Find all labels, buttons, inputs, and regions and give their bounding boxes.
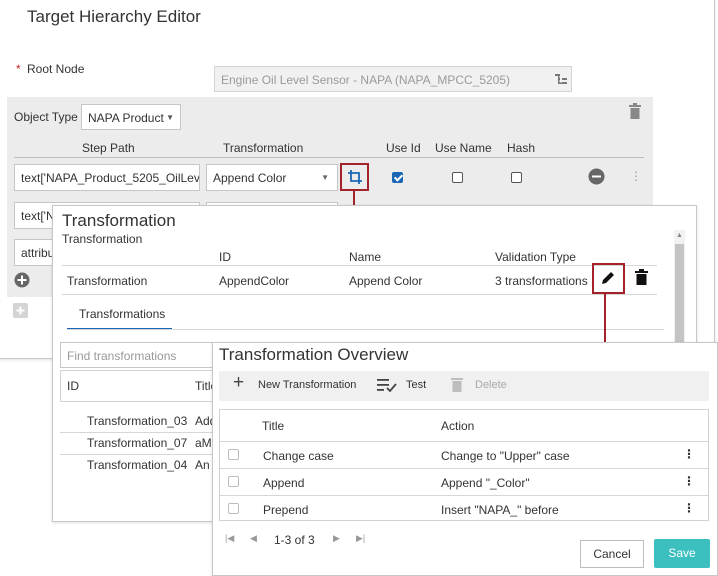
list-divider [60,454,220,455]
step-path-value-2: text['N [21,209,55,223]
trash-icon[interactable] [635,269,648,285]
header-divider [62,265,657,266]
trash-icon[interactable] [628,103,642,119]
row-divider [220,495,708,496]
delete-button: Delete [475,379,507,391]
transformation-overview-dialog: Transformation Overview + New Transforma… [212,342,718,576]
col-use-name: Use Name [435,141,492,155]
root-node-value: Engine Oil Level Sensor - NAPA (NAPA_MPC… [221,73,511,87]
step-path-value: text['NAPA_Product_5205_OilLeve [21,171,200,185]
highlight-arrow-line [604,293,606,349]
row-menu-icon[interactable]: ⋮ [683,474,695,488]
pencil-icon[interactable] [600,270,616,286]
row-menu-icon[interactable]: ⋮ [630,169,642,183]
tab-divider [67,329,664,330]
root-node-field[interactable]: Engine Oil Level Sensor - NAPA (NAPA_MPC… [214,66,572,92]
use-name-checkbox[interactable] [452,172,463,183]
find-transformations-input[interactable]: Find transformations [60,342,220,368]
add-object-type-icon[interactable] [13,303,28,318]
transformation-row-label: Transformation [67,274,148,288]
object-type-select[interactable]: NAPA Product ▼ [81,104,181,130]
header-name: Name [349,250,382,264]
row-menu-icon[interactable]: ⋮ [683,447,695,461]
step-path-value-3: attribu [21,246,55,260]
header-action: Action [441,419,475,433]
chevron-down-icon: ▼ [321,173,329,182]
use-id-checkbox[interactable] [392,172,403,183]
test-button[interactable]: Test [406,379,426,391]
transformation-select[interactable]: Append Color ▼ [206,164,338,191]
object-type-value: NAPA Product [88,111,164,125]
header-id: ID [219,250,231,264]
find-transformations-placeholder: Find transformations [67,349,177,363]
prev-page-icon[interactable]: ◀ [250,533,257,544]
list-header-id: ID [67,379,79,393]
list-divider [60,432,220,433]
next-page-icon[interactable]: ▶ [333,533,340,544]
scroll-up-icon[interactable]: ▲ [676,232,683,239]
col-hash: Hash [507,141,536,155]
row-title: Prepend [263,503,309,517]
list-item-id[interactable]: Transformation_03 [87,414,187,428]
required-marker: * [16,62,21,76]
list-item-id[interactable]: Transformation_07 [87,436,187,450]
hierarchy-icon[interactable] [553,71,569,87]
transformation-dialog-title: Transformation [62,211,176,230]
object-type-label: Object Type [14,110,78,124]
chevron-down-icon: ▼ [166,113,174,122]
pagination-text: 1-3 of 3 [274,533,315,547]
scrollbar-thumb[interactable] [675,244,684,343]
overview-header-divider [220,441,708,442]
crop-icon[interactable] [347,169,363,185]
hash-checkbox[interactable] [511,172,522,183]
list-item-title[interactable]: aM [195,436,212,450]
add-row-icon[interactable] [14,272,30,288]
list-item-title[interactable]: An [195,458,210,472]
transformation-row-name: Append Color [349,274,423,288]
editor-title: Target Hierarchy Editor [27,7,201,26]
col-step-path: Step Path [82,141,135,155]
first-page-icon[interactable]: |◀ [225,533,234,544]
header-validation: Validation Type [495,250,576,264]
remove-row-icon[interactable] [588,168,605,185]
row-checkbox[interactable] [228,449,239,460]
trash-icon [451,378,463,392]
row-checkbox[interactable] [228,503,239,514]
row-action: Append "_Color" [441,476,530,490]
list-item-id[interactable]: Transformation_04 [87,458,187,472]
test-icon[interactable] [377,378,397,392]
transformation-dialog-subtitle: Transformation [62,232,143,246]
save-button[interactable]: Save [654,539,710,568]
row-title: Change case [263,449,334,463]
cancel-button[interactable]: Cancel [580,540,644,568]
header-title: Title [262,419,285,433]
new-transformation-button[interactable]: New Transformation [258,379,356,391]
tab-transformations[interactable]: Transformations [79,307,165,321]
row-action: Insert "NAPA_" before [441,503,559,517]
step-path-input[interactable]: text['NAPA_Product_5205_OilLeve [14,164,200,191]
col-transformation: Transformation [223,141,304,155]
row-action: Change to "Upper" case [441,449,570,463]
column-divider [14,157,644,158]
transformation-row-validation: 3 transformations [495,274,588,288]
plus-icon[interactable]: + [233,372,244,394]
row-checkbox[interactable] [228,476,239,487]
scrollbar[interactable]: ▲ [674,230,685,343]
transformation-value: Append Color [213,171,287,185]
row-menu-icon[interactable]: ⋮ [683,501,695,515]
col-use-id: Use Id [386,141,421,155]
overview-title: Transformation Overview [219,345,409,364]
row-divider [220,468,708,469]
root-node-label: Root Node [27,62,85,76]
row-title: Append [263,476,305,490]
row-divider [62,294,657,295]
transformation-row-id: AppendColor [219,274,290,288]
last-page-icon[interactable]: ▶| [356,533,365,544]
